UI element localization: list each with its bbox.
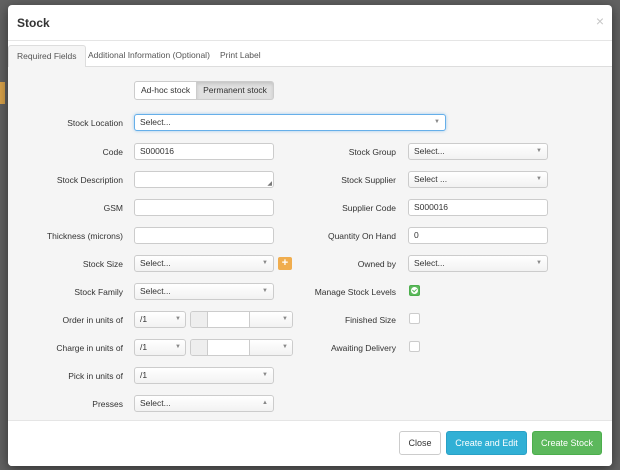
gsm-label: GSM	[103, 203, 123, 213]
tab-print-label[interactable]: Print Label	[212, 45, 269, 68]
stock-supplier-select[interactable]: Select ... ▼	[408, 171, 548, 188]
owned-by-label: Owned by	[357, 259, 396, 269]
chevron-down-icon: ▼	[536, 176, 542, 182]
stock-size-label: Stock Size	[82, 259, 123, 269]
close-button[interactable]: Close	[399, 431, 441, 455]
tab-additional-information[interactable]: Additional Information (Optional)	[80, 45, 218, 68]
stock-description-textarea[interactable]: ◢	[134, 171, 274, 188]
presses-label: Presses	[92, 399, 123, 409]
chevron-down-icon: ▼	[434, 119, 440, 125]
awaiting-delivery-label: Awaiting Delivery	[330, 343, 396, 353]
presses-value: Select...	[140, 398, 171, 408]
charge-units-addon	[191, 340, 208, 355]
close-icon[interactable]: ×	[596, 13, 604, 29]
finished-size-checkbox[interactable]	[409, 313, 420, 324]
pick-units-select[interactable]: /1 ▼	[134, 367, 274, 384]
order-units-combo[interactable]: ▼	[190, 311, 293, 328]
chevron-down-icon: ▼	[175, 344, 181, 350]
order-units-amount-input[interactable]	[208, 312, 250, 327]
chevron-down-icon: ▼	[262, 288, 268, 294]
finished-size-label: Finished Size	[344, 315, 396, 325]
modal-header: Stock ×	[8, 5, 612, 41]
code-label: Code	[102, 147, 123, 157]
chevron-up-icon: ▲	[262, 400, 268, 406]
stock-type-toggle: Ad-hoc stock Permanent stock	[134, 81, 274, 100]
chevron-down-icon: ▼	[536, 260, 542, 266]
stock-location-value: Select...	[140, 117, 171, 127]
supplier-code-label: Supplier Code	[342, 203, 396, 213]
tab-required-fields[interactable]: Required Fields	[8, 45, 86, 68]
owned-by-select[interactable]: Select... ▼	[408, 255, 548, 272]
manage-stock-levels-checkbox[interactable]	[409, 285, 420, 296]
stock-group-value: Select...	[414, 146, 445, 156]
stock-location-label: Stock Location	[67, 118, 123, 128]
stock-family-select[interactable]: Select... ▼	[134, 283, 274, 300]
stock-supplier-value: Select ...	[414, 174, 448, 184]
charge-units-unit-select[interactable]: ▼	[250, 340, 292, 355]
stock-supplier-label: Stock Supplier	[341, 175, 396, 185]
order-units-select[interactable]: /1 ▼	[134, 311, 186, 328]
thickness-input[interactable]	[134, 227, 274, 244]
permanent-stock-button[interactable]: Permanent stock	[197, 81, 274, 100]
charge-units-amount-input[interactable]	[208, 340, 250, 355]
chevron-down-icon: ▼	[536, 148, 542, 154]
pick-units-value: /1	[140, 370, 148, 380]
stock-family-label: Stock Family	[74, 287, 123, 297]
modal-title: Stock	[17, 16, 50, 30]
code-input[interactable]: S000016	[134, 143, 274, 160]
charge-units-label: Charge in units of	[56, 343, 123, 353]
chevron-down-icon: ▼	[262, 372, 268, 378]
chevron-down-icon: ▼	[282, 316, 288, 322]
charge-units-value: /1	[140, 342, 148, 352]
quantity-on-hand-label: Quantity On Hand	[327, 231, 396, 241]
stock-group-select[interactable]: Select... ▼	[408, 143, 548, 160]
background-page-fragment	[0, 82, 5, 104]
order-units-value: /1	[140, 314, 148, 324]
resize-handle-icon[interactable]: ◢	[267, 181, 272, 187]
add-stock-size-button[interactable]: +	[278, 257, 292, 270]
charge-units-combo[interactable]: ▼	[190, 339, 293, 356]
check-icon	[411, 287, 418, 294]
stock-family-value: Select...	[140, 286, 171, 296]
charge-units-select[interactable]: /1 ▼	[134, 339, 186, 356]
order-units-unit-select[interactable]: ▼	[250, 312, 292, 327]
presses-select[interactable]: Select... ▲	[134, 395, 274, 412]
ad-hoc-stock-button[interactable]: Ad-hoc stock	[134, 81, 198, 100]
stock-group-label: Stock Group	[348, 147, 396, 157]
create-and-edit-button[interactable]: Create and Edit	[446, 431, 527, 455]
stock-location-select[interactable]: Select... ▼	[134, 114, 446, 131]
modal-footer: Close Create and Edit Create Stock	[8, 420, 612, 466]
chevron-down-icon: ▼	[282, 344, 288, 350]
gsm-input[interactable]	[134, 199, 274, 216]
stock-modal: Stock × Required Fields Additional Infor…	[8, 5, 612, 466]
stock-size-value: Select...	[140, 258, 171, 268]
create-stock-button[interactable]: Create Stock	[532, 431, 602, 455]
awaiting-delivery-checkbox[interactable]	[409, 341, 420, 352]
order-units-label: Order in units of	[62, 315, 123, 325]
order-units-addon	[191, 312, 208, 327]
pick-units-label: Pick in units of	[68, 371, 123, 381]
modal-body: Ad-hoc stock Permanent stock Stock Locat…	[8, 67, 612, 420]
owned-by-value: Select...	[414, 258, 445, 268]
manage-stock-levels-label: Manage Stock Levels	[314, 287, 396, 297]
chevron-down-icon: ▼	[175, 316, 181, 322]
stock-size-select[interactable]: Select... ▼	[134, 255, 274, 272]
stock-description-label: Stock Description	[56, 175, 123, 185]
thickness-label: Thickness (microns)	[46, 231, 123, 241]
quantity-on-hand-input[interactable]: 0	[408, 227, 548, 244]
supplier-code-input[interactable]: S000016	[408, 199, 548, 216]
chevron-down-icon: ▼	[262, 260, 268, 266]
tab-bar: Required Fields Additional Information (…	[8, 41, 612, 68]
